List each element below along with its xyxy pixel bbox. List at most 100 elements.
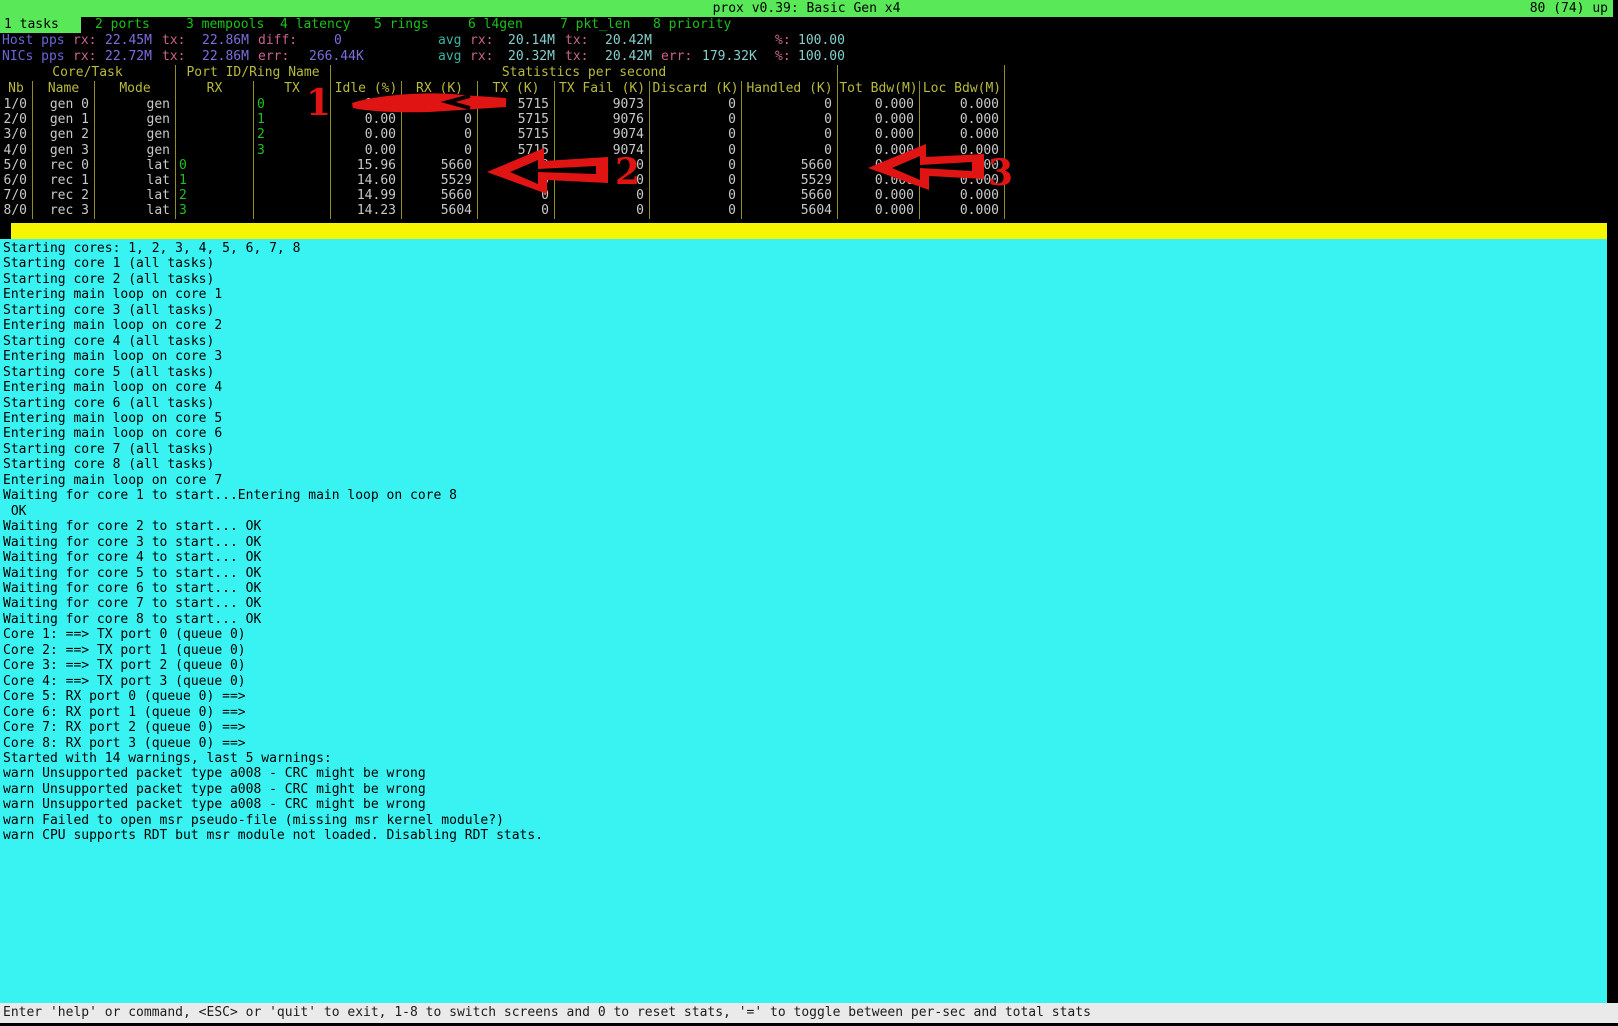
command-input[interactable] [0, 223, 1607, 239]
nics-avg-err-label: err: [661, 49, 692, 65]
core-task-table: Core/Task Port ID/Ring Name Statistics p… [0, 65, 1005, 219]
cell-rx: 1 [176, 173, 254, 188]
cell-rx_k: 0 [402, 112, 478, 127]
cell-idle: 14.99 [331, 188, 402, 203]
nics-avg-label: avg [438, 49, 461, 65]
cell-nb: 8/0 [0, 203, 33, 218]
cell-rx_k: 5660 [402, 158, 478, 173]
tab-mempools[interactable]: 3 mempools [186, 17, 264, 33]
nics-pps-line: NICs pps rx: 22.72M tx: 22.86M err: 266.… [0, 49, 1613, 65]
cell-idle: 0.00 [331, 97, 402, 112]
table-column-header-row: NbNameModeRXTXIdle (%)RX (K)TX (K)TX Fai… [0, 81, 1005, 97]
column-header: Nb [0, 81, 33, 97]
nics-avg-err-value: 179.32K [702, 49, 757, 65]
group-port-ring: Port ID/Ring Name [176, 65, 331, 81]
tab-tasks[interactable]: 1 tasks [0, 17, 81, 33]
cell-loc_bdw: 0.000 [920, 97, 1005, 112]
prox-terminal: prox v0.39: Basic Gen x4 80 (74) up 1 ta… [0, 0, 1618, 1026]
cell-mode: gen [95, 127, 176, 142]
cell-discard: 0 [650, 203, 742, 218]
cell-tx: 1 [254, 112, 331, 127]
cell-idle: 0.00 [331, 112, 402, 127]
cell-mode: lat [95, 158, 176, 173]
cell-idle: 15.96 [331, 158, 402, 173]
cell-idle: 14.60 [331, 173, 402, 188]
table-group-header-row: Core/Task Port ID/Ring Name Statistics p… [0, 65, 1005, 81]
host-pps-line: Host pps rx: 22.45M tx: 22.86M diff: 0 a… [0, 33, 1613, 49]
cell-tx: 0 [254, 97, 331, 112]
cell-tot_bdw: 0.000 [838, 112, 920, 127]
cell-rx_k: 0 [402, 143, 478, 158]
host-pct-label: %: [775, 33, 791, 49]
cell-discard: 0 [650, 173, 742, 188]
log-text: Starting cores: 1, 2, 3, 4, 5, 6, 7, 8 S… [0, 239, 1607, 844]
cell-name: rec 0 [33, 158, 95, 173]
host-avg-rx-label: rx: [470, 33, 493, 49]
uptime-indicator: 80 (74) up [1530, 0, 1608, 17]
host-avg-tx-value: 20.42M [605, 33, 652, 49]
group-statistics: Statistics per second [331, 65, 838, 81]
tab-rings[interactable]: 5 rings [374, 17, 429, 33]
cell-rx_k: 0 [402, 127, 478, 142]
cell-rx_k: 5660 [402, 188, 478, 203]
table-row: 2/0gen 1gen10.00057159076000.0000.000 [0, 112, 1005, 127]
cell-tx_fail: 9073 [555, 97, 650, 112]
cell-tx_k: 5715 [478, 97, 555, 112]
nics-avg-rx-label: rx: [470, 49, 493, 65]
cell-tx [254, 158, 331, 173]
cell-tot_bdw: 0.000 [838, 173, 920, 188]
column-header: Handled (K) [742, 81, 838, 97]
cell-rx_k: 5604 [402, 203, 478, 218]
cell-mode: gen [95, 143, 176, 158]
nics-err-value: 266.44K [309, 49, 364, 65]
cell-discard: 0 [650, 188, 742, 203]
cell-loc_bdw: 0.000 [920, 173, 1005, 188]
tab-priority[interactable]: 8 priority [653, 17, 731, 33]
host-avg-rx-value: 20.14M [508, 33, 555, 49]
cell-name: rec 2 [33, 188, 95, 203]
host-tx-label: tx: [162, 33, 185, 49]
nics-tx-value: 22.86M [202, 49, 249, 65]
cell-rx: 2 [176, 188, 254, 203]
table-row: 3/0gen 2gen20.00057159074000.0000.000 [0, 127, 1005, 142]
cell-name: gen 3 [33, 143, 95, 158]
cell-loc_bdw: 0.000 [920, 112, 1005, 127]
cell-tx_fail: 0 [555, 173, 650, 188]
cell-name: gen 1 [33, 112, 95, 127]
text-cursor [0, 223, 11, 239]
tab-ports[interactable]: 2 ports [95, 17, 150, 33]
cell-rx [176, 127, 254, 142]
cell-rx: 0 [176, 158, 254, 173]
cell-loc_bdw: 0.000 [920, 127, 1005, 142]
host-pps-label: Host pps [2, 33, 65, 49]
cell-handled: 0 [742, 97, 838, 112]
cell-nb: 4/0 [0, 143, 33, 158]
cell-tx_fail: 9074 [555, 127, 650, 142]
table-row: 7/0rec 2lat214.99566000056600.0000.000 [0, 188, 1005, 203]
cell-handled: 0 [742, 112, 838, 127]
cell-tx_fail: 0 [555, 158, 650, 173]
cell-loc_bdw: 0.000 [920, 143, 1005, 158]
table-row: 5/0rec 0lat015.96566000056600.0000.000 [0, 158, 1005, 173]
cell-idle: 0.00 [331, 143, 402, 158]
host-diff-label: diff: [258, 33, 297, 49]
cell-handled: 0 [742, 127, 838, 142]
cell-discard: 0 [650, 112, 742, 127]
tab-l4gen[interactable]: 6 l4gen [468, 17, 523, 33]
cell-mode: lat [95, 203, 176, 218]
cell-rx_k: 5529 [402, 173, 478, 188]
tab-latency[interactable]: 4 latency [280, 17, 350, 33]
cell-handled: 5660 [742, 158, 838, 173]
group-core-task: Core/Task [0, 65, 176, 81]
cell-tot_bdw: 0.000 [838, 143, 920, 158]
tab-pkt_len[interactable]: 7 pkt_len [560, 17, 630, 33]
cell-rx_k: 0 [402, 97, 478, 112]
column-header: Name [33, 81, 95, 97]
column-header: RX [176, 81, 254, 97]
cell-mode: gen [95, 112, 176, 127]
table-row: 1/0gen 0gen00.00057159073000.0000.000 [0, 97, 1005, 112]
cell-idle: 14.23 [331, 203, 402, 218]
cell-discard: 0 [650, 158, 742, 173]
cell-tx_k: 0 [478, 188, 555, 203]
cell-nb: 3/0 [0, 127, 33, 142]
